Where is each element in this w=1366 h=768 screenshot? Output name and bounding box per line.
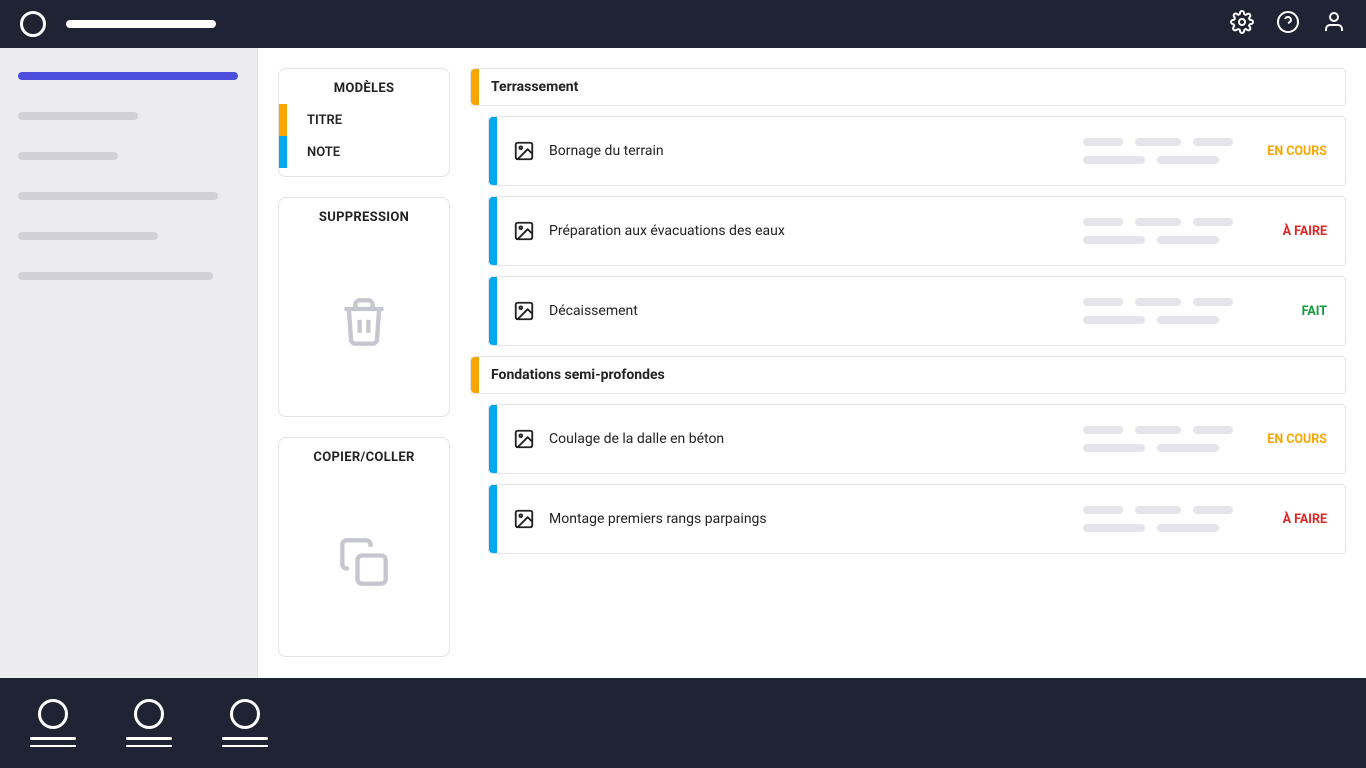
color-tag-orange [279,104,287,136]
status-badge: EN COURS [1257,144,1327,159]
top-bar-actions [1230,10,1346,38]
section-header[interactable]: Fondations semi-profondes [470,356,1346,394]
tab-label-placeholder [30,737,76,747]
top-bar [0,0,1366,48]
task-row[interactable]: Montage premiers rangs parpaings À FAIRE [488,484,1346,554]
color-tag-blue [489,277,497,345]
color-tag-blue [489,197,497,265]
task-title: Décaissement [549,303,638,319]
bottom-tab[interactable] [222,699,268,747]
tab-icon [134,699,164,729]
task-title: Coulage de la dalle en béton [549,431,724,447]
panel-copier-coller-title: COPIER/COLLER [279,438,449,473]
left-nav [0,48,258,678]
trash-icon [279,233,449,411]
color-tag-orange [471,69,479,105]
tab-label-placeholder [222,737,268,747]
model-item-label: NOTE [307,145,340,160]
nav-item[interactable] [18,232,158,240]
image-icon [513,508,535,530]
color-tag-blue [489,405,497,473]
tab-icon [38,699,68,729]
image-icon [513,300,535,322]
nav-item[interactable] [18,152,118,160]
panel-models-title: MODÈLES [279,69,449,104]
status-badge: EN COURS [1257,432,1327,447]
image-icon [513,140,535,162]
content-list: Terrassement Bornage du terrain EN COURS… [470,68,1346,658]
side-panels: MODÈLES TITRE NOTE SUPPRESSION COPIER/CO… [278,68,450,658]
color-tag-blue [489,485,497,553]
color-tag-blue [489,117,497,185]
color-tag-blue [279,136,287,168]
task-row[interactable]: Coulage de la dalle en béton EN COURS [488,404,1346,474]
section-header[interactable]: Terrassement [470,68,1346,106]
task-title: Préparation aux évacuations des eaux [549,223,785,239]
section-title: Fondations semi-profondes [491,367,665,383]
task-row[interactable]: Préparation aux évacuations des eaux À F… [488,196,1346,266]
settings-icon[interactable] [1230,10,1254,38]
image-icon [513,428,535,450]
tab-icon [230,699,260,729]
section-title: Terrassement [491,79,578,95]
copy-icon [279,473,449,651]
panel-suppression[interactable]: SUPPRESSION [278,197,450,417]
bottom-tab-bar [0,678,1366,768]
bottom-tab[interactable] [126,699,172,747]
task-meta-placeholder [1083,298,1233,324]
task-row[interactable]: Bornage du terrain EN COURS [488,116,1346,186]
panel-models: MODÈLES TITRE NOTE [278,68,450,177]
bottom-tab[interactable] [30,699,76,747]
nav-item[interactable] [18,272,213,280]
task-title: Bornage du terrain [549,143,664,159]
model-item-label: TITRE [307,113,342,128]
top-bar-left [20,11,216,37]
nav-item-active[interactable] [18,72,238,80]
brand-placeholder [66,20,216,28]
nav-item[interactable] [18,112,138,120]
user-icon[interactable] [1322,10,1346,38]
task-meta-placeholder [1083,426,1233,452]
model-item-titre[interactable]: TITRE [279,104,449,136]
body-region: MODÈLES TITRE NOTE SUPPRESSION COPIER/CO… [0,48,1366,678]
nav-item[interactable] [18,192,218,200]
logo-icon [20,11,46,37]
help-icon[interactable] [1276,10,1300,38]
task-row[interactable]: Décaissement FAIT [488,276,1346,346]
color-tag-orange [471,357,479,393]
panel-copier-coller[interactable]: COPIER/COLLER [278,437,450,657]
main-area: MODÈLES TITRE NOTE SUPPRESSION COPIER/CO… [258,48,1366,678]
task-title: Montage premiers rangs parpaings [549,511,767,527]
image-icon [513,220,535,242]
status-badge: FAIT [1257,304,1327,319]
tab-label-placeholder [126,737,172,747]
status-badge: À FAIRE [1257,224,1327,239]
task-meta-placeholder [1083,138,1233,164]
task-meta-placeholder [1083,218,1233,244]
model-item-note[interactable]: NOTE [279,136,449,168]
panel-suppression-title: SUPPRESSION [279,198,449,233]
status-badge: À FAIRE [1257,512,1327,527]
task-meta-placeholder [1083,506,1233,532]
